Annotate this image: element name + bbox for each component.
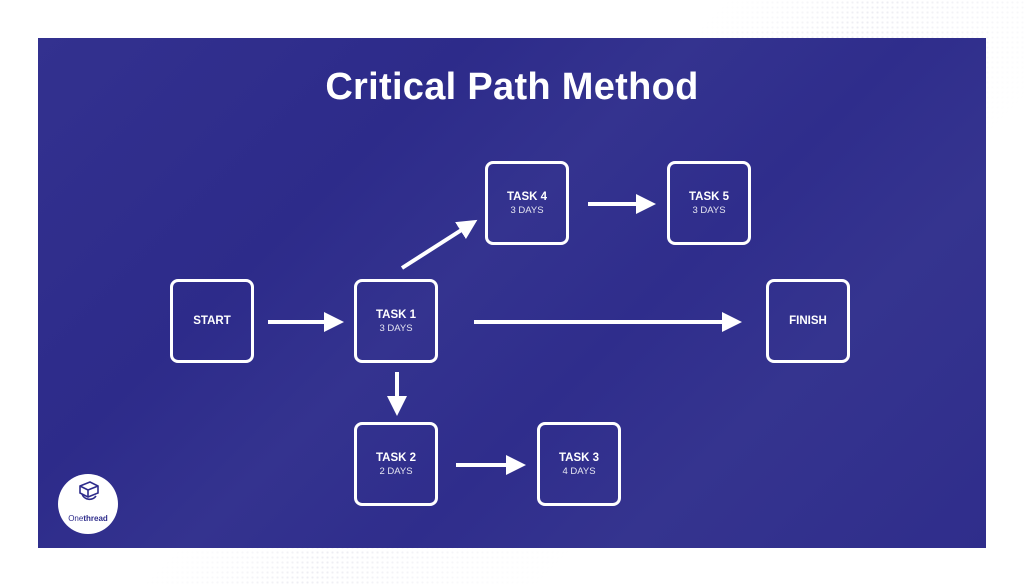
node-finish: FINISH	[766, 279, 850, 363]
node-label: START	[193, 315, 231, 327]
node-duration: 4 DAYS	[562, 465, 596, 477]
logo-brand-text: Onethread	[68, 514, 108, 523]
node-duration: 3 DAYS	[379, 322, 413, 334]
edge-task1-task4	[400, 219, 478, 270]
node-label: TASK 2	[375, 451, 417, 464]
node-label: TASK 5	[688, 190, 730, 203]
node-label: FINISH	[789, 315, 827, 327]
node-task1: TASK 1 3 DAYS	[354, 279, 438, 363]
edges-layer	[268, 194, 742, 475]
node-task5: TASK 5 3 DAYS	[667, 161, 751, 245]
node-start: START	[170, 279, 254, 363]
node-duration: 3 DAYS	[692, 204, 726, 216]
node-duration: 2 DAYS	[379, 465, 413, 477]
node-label: TASK 4	[506, 190, 548, 203]
node-label: TASK 1	[375, 308, 417, 321]
node-task4: TASK 4 3 DAYS	[485, 161, 569, 245]
node-label: TASK 3	[558, 451, 600, 464]
node-task2: TASK 2 2 DAYS	[354, 422, 438, 506]
onethread-logo: Onethread	[58, 474, 118, 534]
node-task3: TASK 3 4 DAYS	[537, 422, 621, 506]
onethread-logo-icon	[79, 481, 99, 501]
node-duration: 3 DAYS	[510, 204, 544, 216]
